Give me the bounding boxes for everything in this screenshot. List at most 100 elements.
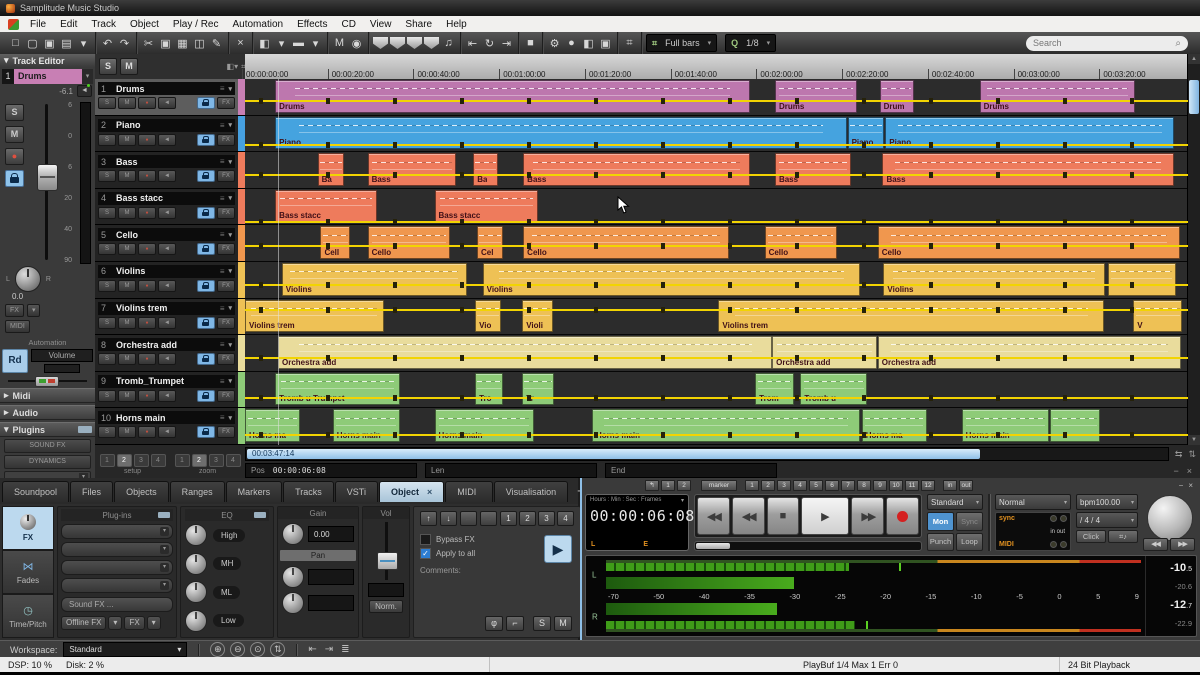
audio-clip[interactable]: Violins trem (718, 300, 1104, 333)
preset-4-button[interactable]: 4 (557, 511, 574, 526)
chevron-down-icon[interactable]: ▾ (228, 158, 232, 166)
notes-icon[interactable]: ♫ (441, 35, 456, 51)
offline-fx-menu-icon[interactable]: ▾ (108, 616, 122, 630)
zoom-fit-icon[interactable]: ⊙ (250, 642, 265, 657)
apply-to-all-checkbox[interactable]: ✓ (420, 548, 431, 559)
audio-clip[interactable]: Drum (880, 80, 914, 113)
nudge-back-button[interactable]: ◀◀ (1143, 538, 1168, 551)
lane-orchestra-add[interactable]: Orchestra addOrchestra addOrchestra add (245, 335, 1188, 372)
audio-clip[interactable]: Orchestra add (772, 336, 877, 369)
preview-play-button[interactable]: ▶ (544, 535, 572, 563)
track-header-2[interactable]: 2Piano≡▾SM●◄FX (95, 116, 245, 153)
automation-menu-icon[interactable]: ≡ (220, 304, 225, 313)
gain-value-field[interactable]: 0.00 (308, 526, 354, 542)
speaker-icon[interactable]: ◄ (158, 243, 176, 255)
automation-menu-icon[interactable]: ≡ (220, 230, 225, 239)
sound-fx-button[interactable]: SOUND FX (4, 439, 91, 453)
automation-param-select[interactable]: Volume (31, 349, 93, 362)
record-button[interactable]: ● (138, 317, 156, 329)
automation-menu-icon[interactable]: ≡ (220, 121, 225, 130)
paste-icon[interactable]: ▦ (175, 35, 190, 51)
section-audio[interactable]: ▸Audio (0, 405, 95, 420)
close-tab-icon[interactable]: × (427, 482, 432, 502)
fx-button[interactable]: FX (5, 304, 24, 317)
solo-button[interactable]: S (98, 317, 116, 329)
object-mode-icon[interactable]: ▬ (291, 35, 306, 51)
chevron-down-icon[interactable]: ▾ (228, 85, 232, 93)
mixer-more-icon[interactable]: ▾ (274, 35, 289, 51)
link-right-icon[interactable]: ⇥ (499, 35, 514, 51)
redo-icon[interactable]: ↷ (117, 35, 132, 51)
solo-button[interactable]: S (98, 426, 116, 438)
track-name-field[interactable]: Drums (14, 69, 82, 84)
midi-editor-icon[interactable]: M (332, 35, 347, 51)
speaker-icon[interactable]: ◄ (158, 390, 176, 402)
lane-tromb-trumpet[interactable]: Tromb u TrumpetTroTrTromTromb u (245, 372, 1188, 409)
marker-6-button[interactable]: 6 (825, 480, 839, 491)
sound-fx-button[interactable]: Sound FX ... (61, 597, 173, 612)
mute-button[interactable]: M (118, 170, 136, 182)
open-folder-icon[interactable]: ▢ (25, 35, 40, 51)
undo-icon[interactable]: ↶ (100, 35, 115, 51)
tab-visualisation[interactable]: Visualisation (494, 481, 568, 502)
lane-bass[interactable]: BaBassBaBassBassBass (245, 152, 1188, 189)
unlock-button[interactable]: ⌐ (506, 616, 524, 631)
plugins-toggle[interactable] (158, 512, 170, 518)
audio-clip[interactable]: Bass (523, 153, 749, 186)
sync-button[interactable]: Sync (956, 512, 983, 531)
menu-view[interactable]: View (363, 19, 399, 30)
draw-icon[interactable]: ✎ (209, 35, 224, 51)
bpm-select[interactable]: bpm100.00▾ (1076, 494, 1138, 510)
audio-clip[interactable] (1108, 263, 1176, 296)
grid-select[interactable]: ⌗ Full bars ▾ (646, 34, 717, 52)
plugin-slot[interactable]: ▾ (61, 560, 173, 575)
record-button[interactable]: ● (138, 170, 156, 182)
zoom-out-icon[interactable]: ⊖ (230, 642, 245, 657)
lock-button[interactable] (197, 317, 215, 329)
import-icon[interactable]: ▣ (42, 35, 57, 51)
chevron-down-icon[interactable]: ▾ (228, 414, 232, 422)
stop-icon[interactable]: ■ (523, 35, 538, 51)
next-object-icon[interactable]: ↓ (440, 511, 457, 526)
forward-button[interactable]: ▶▶ (851, 497, 884, 535)
all-solo-button[interactable]: S (99, 58, 117, 75)
normalize-button[interactable]: Norm. (369, 600, 403, 613)
lock-button[interactable] (197, 134, 215, 146)
track-header-6[interactable]: 6Violins≡▾SM●◄FX (95, 262, 245, 299)
lock-button[interactable] (197, 170, 215, 182)
play-mode-select[interactable]: Standard▾ (927, 494, 983, 510)
fx-menu-icon[interactable]: ▾ (27, 304, 41, 317)
solo-button[interactable]: S (98, 353, 116, 365)
menu-file[interactable]: File (23, 19, 53, 30)
menu-share[interactable]: Share (398, 19, 439, 30)
preset-3-button[interactable]: 3 (538, 511, 555, 526)
automation-line[interactable] (245, 357, 1188, 359)
eq-knob[interactable] (185, 524, 207, 546)
section-plugins[interactable]: ▾Plugins (0, 422, 95, 437)
save-icon[interactable]: ▤ (59, 35, 74, 51)
fx-button[interactable]: FX (217, 280, 235, 292)
click-button[interactable]: Click (1076, 530, 1106, 543)
marker-5-button[interactable]: 5 (809, 480, 823, 491)
menu-edit[interactable]: Edit (53, 19, 84, 30)
record-button[interactable] (886, 497, 919, 535)
minimize-panel-icon[interactable]: − (1173, 466, 1178, 476)
loop-icon[interactable]: ↻ (482, 35, 497, 51)
chevron-down-icon[interactable]: ▾ (228, 121, 232, 129)
split-icon[interactable]: ◫ (192, 35, 207, 51)
copy-icon[interactable]: ▣ (158, 35, 173, 51)
link-left-icon[interactable]: ⇤ (465, 35, 480, 51)
loop-button[interactable]: Loop (956, 533, 983, 552)
object-mode-more-icon[interactable]: ▾ (308, 35, 323, 51)
plugin-slot[interactable]: ▾ (61, 524, 173, 539)
marker-9-button[interactable]: 9 (873, 480, 887, 491)
menu-track[interactable]: Track (84, 19, 123, 30)
horizontal-scrollbar[interactable]: 00:03:47:14 (245, 447, 1169, 461)
pan-left-field[interactable] (308, 569, 354, 585)
lane-violins-trem[interactable]: Violins tremVioVioliViolins tremV (245, 299, 1188, 336)
chevron-down-icon[interactable]: ▾ (681, 497, 684, 504)
setup-preset-3[interactable]: 3 (134, 454, 149, 467)
object-volume-handle[interactable] (377, 552, 398, 570)
solo-button[interactable]: S (98, 280, 116, 292)
shield-auto-icon[interactable] (424, 37, 439, 49)
